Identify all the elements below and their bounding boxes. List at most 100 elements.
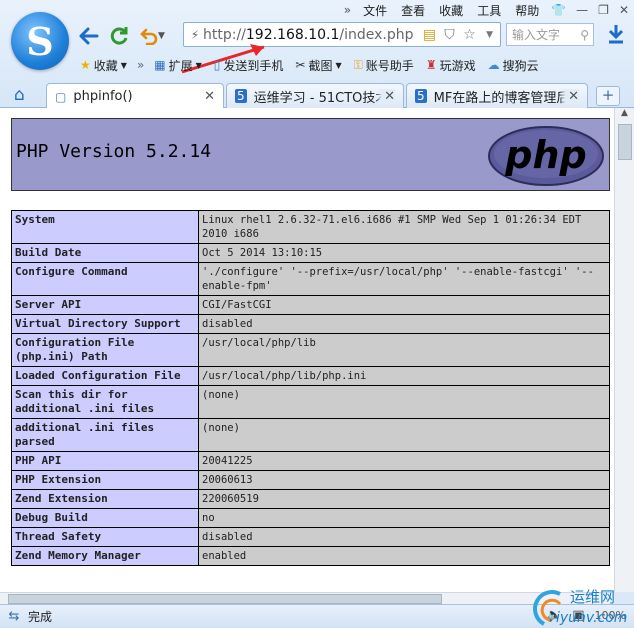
scroll-thumb[interactable] (618, 124, 632, 160)
favorites-label: 收藏 (93, 58, 118, 73)
tab-bar: ⌂ ▢ phpinfo() ✕ 5 运维学习 - 51CTO技术 ✕ 5 MF在… (0, 80, 634, 109)
refresh-button[interactable] (104, 23, 134, 49)
bookmark-label: 玩游戏 (439, 58, 476, 73)
bookmark-label: 搜狗云 (502, 58, 539, 73)
site-watermark: 运维网 iyunv.com (533, 588, 627, 626)
bookmark-sogou-cloud[interactable]: ☁ 搜狗云 (482, 57, 545, 74)
status-text: 完成 (28, 610, 53, 624)
bookmark-label: 账号助手 (365, 58, 414, 73)
setting-value: CGI/FastCGI (198, 295, 610, 315)
setting-name: Server API (11, 295, 199, 315)
more-menu-button[interactable]: » (339, 3, 356, 17)
undo-dropdown-icon[interactable]: ▼ (158, 31, 165, 41)
table-row: Build Date Oct 5 2014 13:10:15 (11, 243, 610, 263)
puzzle-icon: ▦ (154, 58, 166, 72)
cloud-icon: ☁ (487, 58, 500, 72)
menu-tools[interactable]: 工具 (470, 2, 508, 19)
chevron-down-icon: ▼ (195, 60, 202, 70)
setting-value: (none) (198, 385, 610, 419)
back-button[interactable] (74, 23, 104, 49)
tab-phpinfo[interactable]: ▢ phpinfo() ✕ (46, 83, 224, 109)
setting-name: additional .ini files parsed (11, 418, 199, 452)
setting-value: 20060613 (198, 470, 610, 490)
key-icon: ⚿ (353, 57, 363, 72)
close-tab-icon[interactable]: ✕ (560, 88, 579, 104)
url-text[interactable]: http://192.168.10.1/index.php (203, 27, 414, 43)
navigation-row: ▼ (74, 22, 165, 50)
undo-icon (140, 28, 158, 45)
setting-name: Zend Extension (11, 489, 199, 509)
setting-value: Linux rhel1 2.6.32-71.el6.i686 #1 SMP We… (198, 210, 610, 244)
tab-blog-admin[interactable]: 5 MF在路上的博客管理后 ✕ (406, 83, 588, 108)
minimize-button[interactable]: — (571, 3, 593, 17)
setting-value: 220060519 (198, 489, 610, 509)
tab-label: 运维学习 - 51CTO技术 (253, 90, 389, 106)
setting-value: disabled (198, 527, 610, 547)
compat-mode-icon[interactable]: ▤ (420, 27, 440, 43)
phpinfo-table: System Linux rhel1 2.6.32-71.el6.i686 #1 … (11, 210, 610, 566)
table-row: Server API CGI/FastCGI (11, 295, 610, 315)
home-icon[interactable]: ⌂ (14, 85, 25, 105)
bookmark-send-to-phone[interactable]: ▯ 发送到手机 (208, 57, 290, 74)
shield-icon[interactable]: ⛉ (440, 27, 460, 43)
setting-name: Build Date (11, 243, 199, 263)
php-logo: php (488, 126, 604, 186)
favorites-button[interactable]: ★ 收藏 ▼ (0, 57, 133, 74)
setting-value: (none) (198, 418, 610, 452)
search-icon[interactable]: ⚲ (580, 28, 589, 42)
php-version-header: PHP Version 5.2.14 php (11, 118, 610, 191)
menu-file[interactable]: 文件 (356, 2, 394, 19)
table-row: Scan this dir for additional .ini files(… (11, 385, 610, 419)
scroll-up-icon[interactable]: ▲ (615, 108, 634, 124)
setting-name: Virtual Directory Support (11, 314, 199, 334)
setting-name: Debug Build (11, 508, 199, 528)
bookmark-screenshot[interactable]: ✂ 截图 ▼ (289, 57, 347, 74)
bookmark-extensions[interactable]: ▦ 扩展 ▼ (148, 57, 208, 74)
setting-name: Configuration File (php.ini) Path (11, 333, 199, 367)
table-row: Debug Build no (11, 508, 610, 528)
menu-help[interactable]: 帮助 (508, 2, 546, 19)
close-tab-icon[interactable]: ✕ (204, 89, 215, 104)
tab-label: MF在路上的博客管理后 (433, 90, 570, 106)
new-tab-button[interactable]: + (596, 86, 620, 106)
watermark-domain: iyunv.com (556, 610, 627, 626)
skin-icon[interactable]: 👕 (546, 3, 571, 17)
search-placeholder: 输入文字 (512, 28, 561, 42)
vertical-scrollbar[interactable]: ▲ (614, 108, 634, 592)
setting-value: 20041225 (198, 451, 610, 471)
page-viewport: PHP Version 5.2.14 php System Linux rhel1… (0, 108, 614, 592)
game-icon: ♜ (425, 58, 437, 72)
sidebar-toggle-icon[interactable]: ⇆ (0, 609, 28, 624)
setting-value: Oct 5 2014 13:10:15 (198, 243, 610, 263)
close-tab-icon[interactable]: ✕ (376, 88, 395, 104)
restore-button[interactable]: ❐ (593, 3, 614, 17)
address-dropdown-icon[interactable]: ▼ (480, 30, 500, 40)
horizontal-scrollbar[interactable] (0, 592, 614, 604)
tab-51cto[interactable]: 5 运维学习 - 51CTO技术 ✕ (226, 83, 404, 108)
table-row: PHP API 20041225 (11, 451, 610, 471)
search-box[interactable]: 输入文字 ⚲ (506, 23, 594, 46)
table-row: PHP Extension 20060613 (11, 470, 610, 490)
close-window-button[interactable]: ✕ (614, 3, 634, 17)
phone-icon: ▯ (213, 58, 221, 72)
url-host: 192.168.10.1 (245, 26, 340, 43)
menu-view[interactable]: 查看 (394, 2, 432, 19)
setting-name: Zend Memory Manager (11, 546, 199, 566)
setting-name: Loaded Configuration File (11, 366, 199, 386)
scissors-icon: ✂ (295, 58, 306, 72)
page-title: PHP Version 5.2.14 (16, 141, 212, 162)
url-path: /index.php (339, 26, 414, 43)
setting-value: /usr/local/php/lib (198, 333, 610, 367)
table-row: Configure Command './configure' '--prefix… (11, 262, 610, 296)
setting-name: PHP API (11, 451, 199, 471)
star-icon[interactable]: ☆ (460, 27, 480, 43)
address-bar[interactable]: ⚡ http://192.168.10.1/index.php ▤ ⛉ ☆ ▼ (183, 22, 501, 47)
back-arrow-icon (79, 27, 99, 45)
scroll-thumb[interactable] (8, 594, 442, 604)
bookmark-account-helper[interactable]: ⚿ 账号助手 (348, 57, 420, 74)
bookmark-games[interactable]: ♜ 玩游戏 (420, 57, 482, 74)
menu-favorites[interactable]: 收藏 (432, 2, 470, 19)
tab-label: phpinfo() (73, 89, 133, 104)
download-button[interactable] (605, 24, 627, 46)
bookmarks-overflow-icon[interactable]: » (133, 58, 148, 72)
